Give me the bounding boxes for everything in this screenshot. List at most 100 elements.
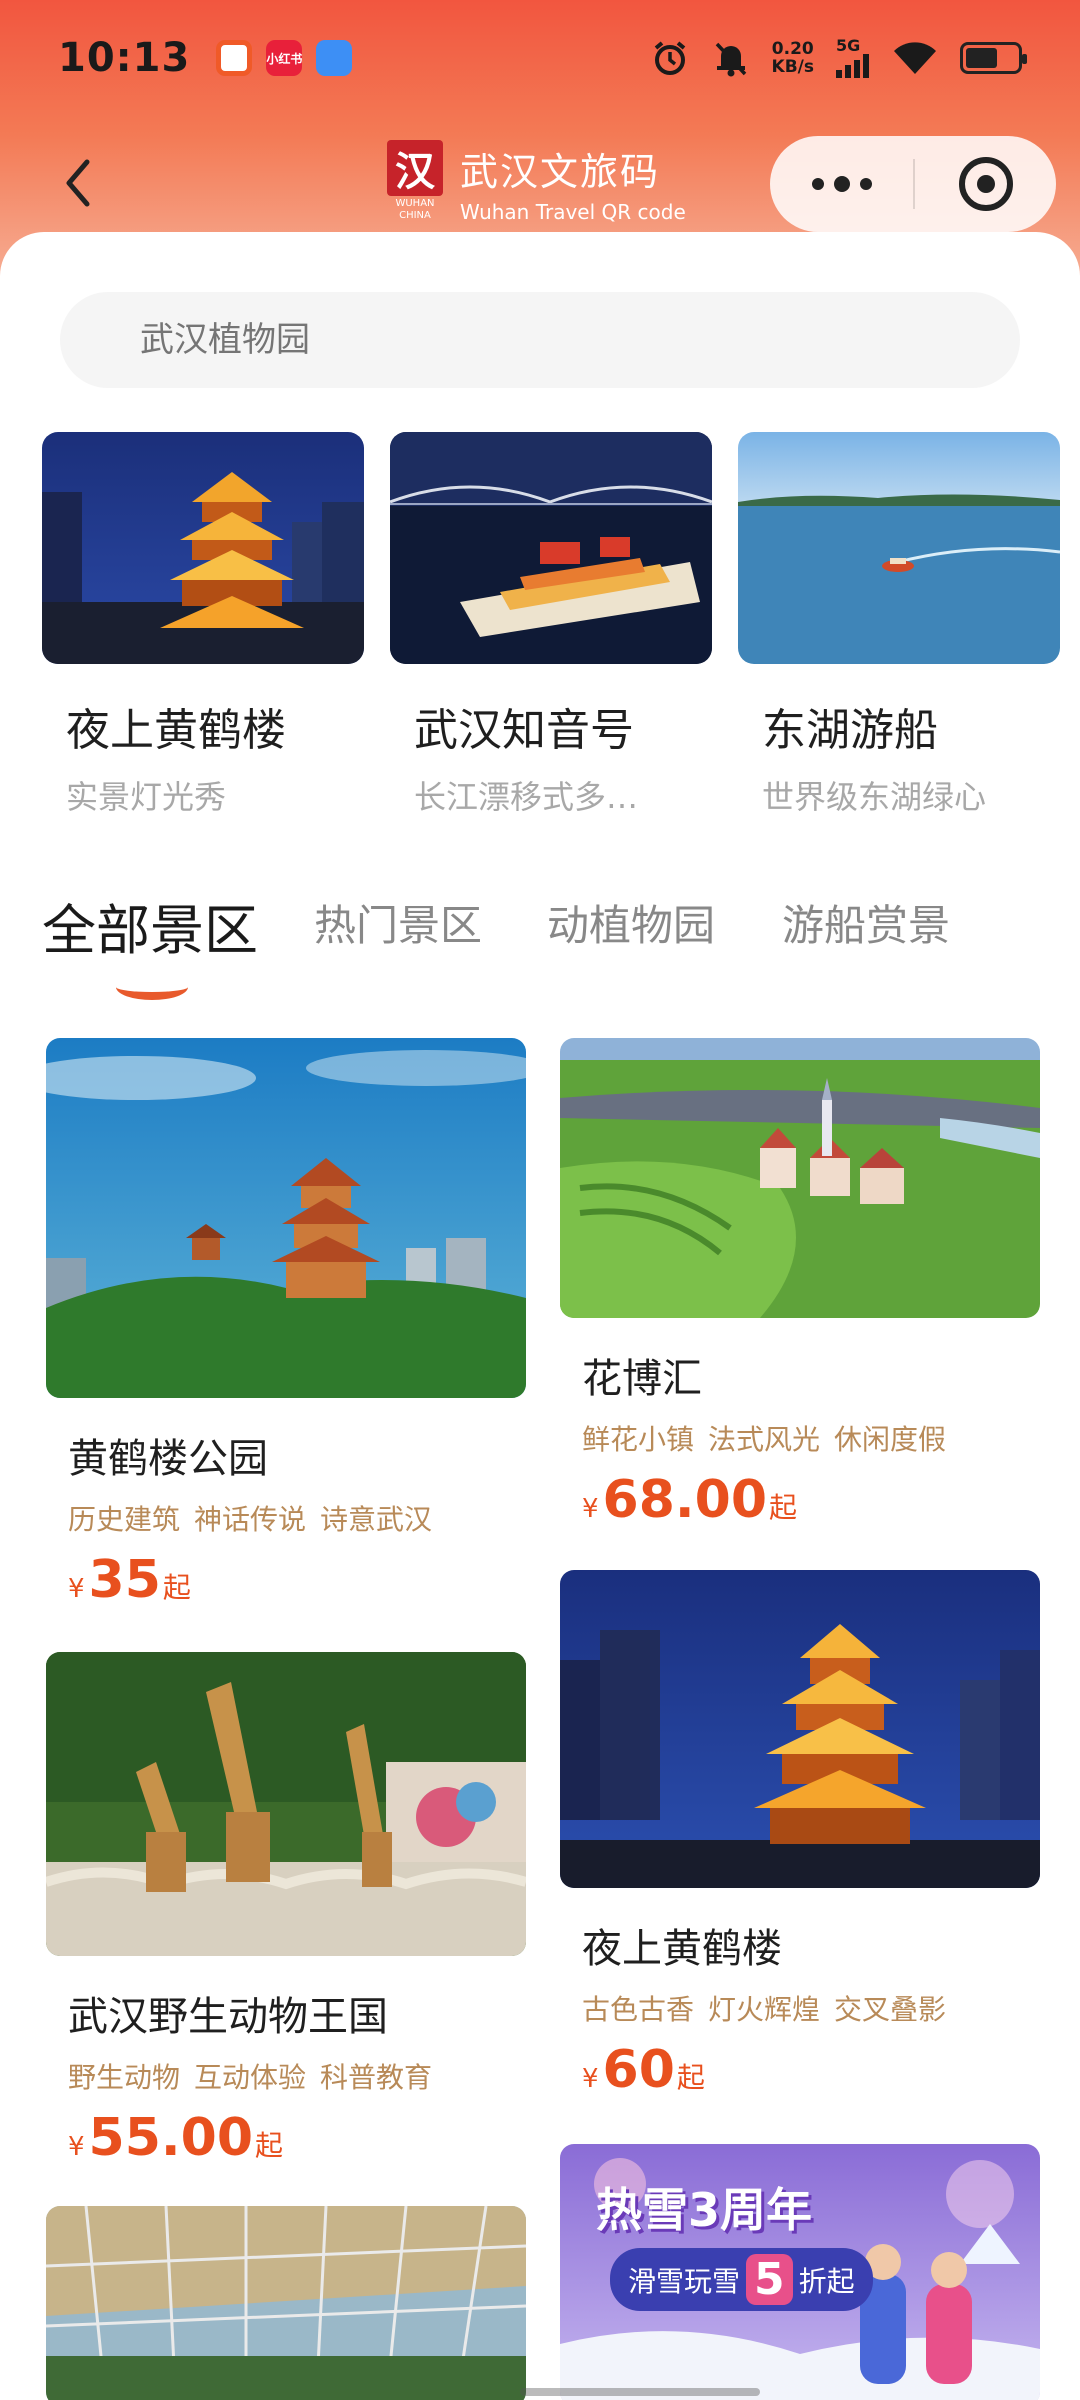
product-tag: 鲜花小镇 — [582, 1423, 695, 1456]
tab-active-indicator — [116, 974, 188, 1000]
product-tag: 古色古香 — [582, 1993, 695, 2026]
product-card[interactable]: 夜上黄鹤楼 古色古香 灯火辉煌 交叉叠影 ¥ 60 起 — [560, 1570, 1040, 2100]
miniprogram-capsule — [770, 136, 1056, 232]
featured-card[interactable] — [390, 432, 712, 664]
product-price: ¥ 35 起 — [46, 1550, 526, 1610]
status-indicators: 0.20 KB/s 5G — [650, 38, 1027, 78]
product-image — [46, 1652, 526, 1956]
home-indicator[interactable] — [520, 2388, 760, 2396]
product-tag: 交叉叠影 — [834, 1993, 947, 2026]
featured-image — [390, 432, 712, 664]
wifi-icon — [894, 42, 936, 74]
page-title: 武汉文旅码 — [460, 149, 661, 194]
dot-icon — [811, 178, 824, 190]
network-type: 5G — [836, 36, 861, 55]
brand-seal-sub: WUHAN CHINA — [395, 198, 435, 221]
signal-indicator: 5G — [836, 38, 870, 78]
product-tag: 神话传说 — [194, 1503, 307, 1536]
featured-title: 东湖游船 — [762, 705, 938, 756]
target-icon — [958, 157, 1013, 211]
price-value: 68.00 — [602, 1470, 768, 1530]
close-miniprogram-button[interactable] — [915, 136, 1056, 232]
featured-subtitle: 实景灯光秀 — [66, 778, 227, 816]
promo-headline: 热雪3周年 — [596, 2183, 813, 2237]
product-title: 夜上黄鹤楼 — [582, 1926, 782, 1972]
product-price: ¥ 60 起 — [560, 2040, 1040, 2100]
promo-discount: 5 — [746, 2254, 793, 2305]
tab-zoo-botanical[interactable]: 动植物园 — [547, 892, 715, 953]
tab-cruise[interactable]: 游船赏景 — [782, 892, 950, 953]
product-tag: 休闲度假 — [834, 1423, 947, 1456]
product-image — [46, 2206, 526, 2400]
product-card[interactable]: 花博汇 鲜花小镇 法式风光 休闲度假 ¥ 68.00 起 — [560, 1038, 1040, 1530]
brand: 汉 WUHAN CHINA 武汉文旅码 Wuhan Travel QR code — [384, 140, 686, 224]
promo-subline: 滑雪玩雪 — [628, 2264, 741, 2298]
battery-icon — [960, 42, 1027, 74]
network-speed-value: 0.20 — [771, 39, 814, 59]
signal-bars-icon — [836, 54, 869, 78]
product-title: 黄鹤楼公园 — [68, 1436, 268, 1482]
price-suffix: 起 — [255, 2129, 284, 2162]
price-value: 55.00 — [88, 2108, 254, 2168]
promo-image: 热雪3周年 滑雪玩雪 5 折起 — [560, 2144, 1040, 2400]
featured-subtitle: 世界级东湖绿心 — [762, 778, 987, 816]
featured-subtitle: 长江漂移式多… — [414, 778, 639, 816]
product-title: 花博汇 — [582, 1356, 702, 1402]
back-button[interactable] — [48, 150, 108, 216]
status-bar: 10:13 小红书 0.20 KB/s 5G — [0, 0, 1080, 116]
featured-row: 夜上黄鹤楼 实景灯光秀 武汉知音号 长江漂移式多… 东湖游船 世界级东湖绿心 — [42, 432, 1080, 832]
price-suffix: 起 — [676, 2061, 705, 2094]
more-menu-button[interactable] — [770, 136, 913, 232]
featured-title: 武汉知音号 — [414, 705, 634, 756]
product-tags: 野生动物 互动体验 科普教育 — [46, 2056, 526, 2096]
price-suffix: 起 — [162, 1571, 191, 1604]
navigation-bar: 汉 WUHAN CHINA 武汉文旅码 Wuhan Travel QR code — [0, 128, 1080, 238]
featured-image — [42, 432, 364, 664]
status-app-icons: 小红书 — [216, 40, 353, 76]
promo-discount-suffix: 折起 — [798, 2264, 855, 2298]
taobao-app-icon — [216, 40, 253, 76]
product-tag: 灯火辉煌 — [708, 1993, 821, 2026]
featured-card[interactable] — [738, 432, 1060, 664]
price-value: 35 — [88, 1550, 161, 1610]
browser-app-icon — [316, 40, 353, 76]
tab-all-scenic[interactable]: 全部景区 — [42, 886, 258, 965]
featured-image — [738, 432, 1060, 664]
network-speed-unit: KB/s — [771, 57, 814, 77]
promo-badge: 滑雪玩雪 5 折起 — [610, 2248, 873, 2311]
wuhan-logo-icon: 汉 WUHAN CHINA — [384, 140, 446, 224]
page-subtitle: Wuhan Travel QR code — [460, 199, 686, 224]
price-currency: ¥ — [68, 1574, 85, 1604]
product-card[interactable]: 武汉野生动物王国 野生动物 互动体验 科普教育 ¥ 55.00 起 — [46, 1652, 526, 2168]
product-tag: 科普教育 — [320, 2061, 433, 2094]
content-sheet: 夜上黄鹤楼 实景灯光秀 武汉知音号 长江漂移式多… — [0, 232, 1080, 2400]
product-tags: 古色古香 灯火辉煌 交叉叠影 — [560, 1988, 1040, 2028]
product-tag: 历史建筑 — [68, 1503, 181, 1536]
featured-title: 夜上黄鹤楼 — [66, 705, 286, 756]
price-value: 60 — [602, 2040, 675, 2100]
product-image — [560, 1570, 1040, 1888]
brand-seal: 汉 — [387, 140, 443, 196]
dot-icon — [833, 176, 850, 192]
price-currency: ¥ — [68, 2132, 85, 2162]
search-input[interactable] — [60, 292, 1020, 388]
product-tag: 诗意武汉 — [320, 1503, 433, 1536]
product-title: 武汉野生动物王国 — [68, 1994, 388, 2040]
product-price: ¥ 68.00 起 — [560, 1470, 1040, 1530]
category-tabs: 全部景区 热门景区 动植物园 游船赏景 — [42, 892, 1042, 1000]
product-tag: 野生动物 — [68, 2061, 181, 2094]
product-tags: 历史建筑 神话传说 诗意武汉 — [46, 1498, 526, 1538]
tab-popular[interactable]: 热门景区 — [314, 892, 482, 953]
alarm-icon — [654, 41, 685, 75]
featured-card[interactable] — [42, 432, 364, 664]
xiaohongshu-app-icon: 小红书 — [266, 40, 302, 76]
network-speed: 0.20 KB/s — [772, 40, 814, 76]
product-card[interactable] — [46, 2206, 526, 2400]
status-time: 10:13 — [58, 35, 191, 81]
product-tag: 法式风光 — [708, 1423, 821, 1456]
promo-banner[interactable]: 热雪3周年 滑雪玩雪 5 折起 — [560, 2144, 1040, 2400]
price-currency: ¥ — [582, 1494, 599, 1524]
price-suffix: 起 — [769, 1491, 798, 1524]
chevron-left-icon — [66, 159, 90, 207]
product-card[interactable]: 黄鹤楼公园 历史建筑 神话传说 诗意武汉 ¥ 35 起 — [46, 1038, 526, 1610]
